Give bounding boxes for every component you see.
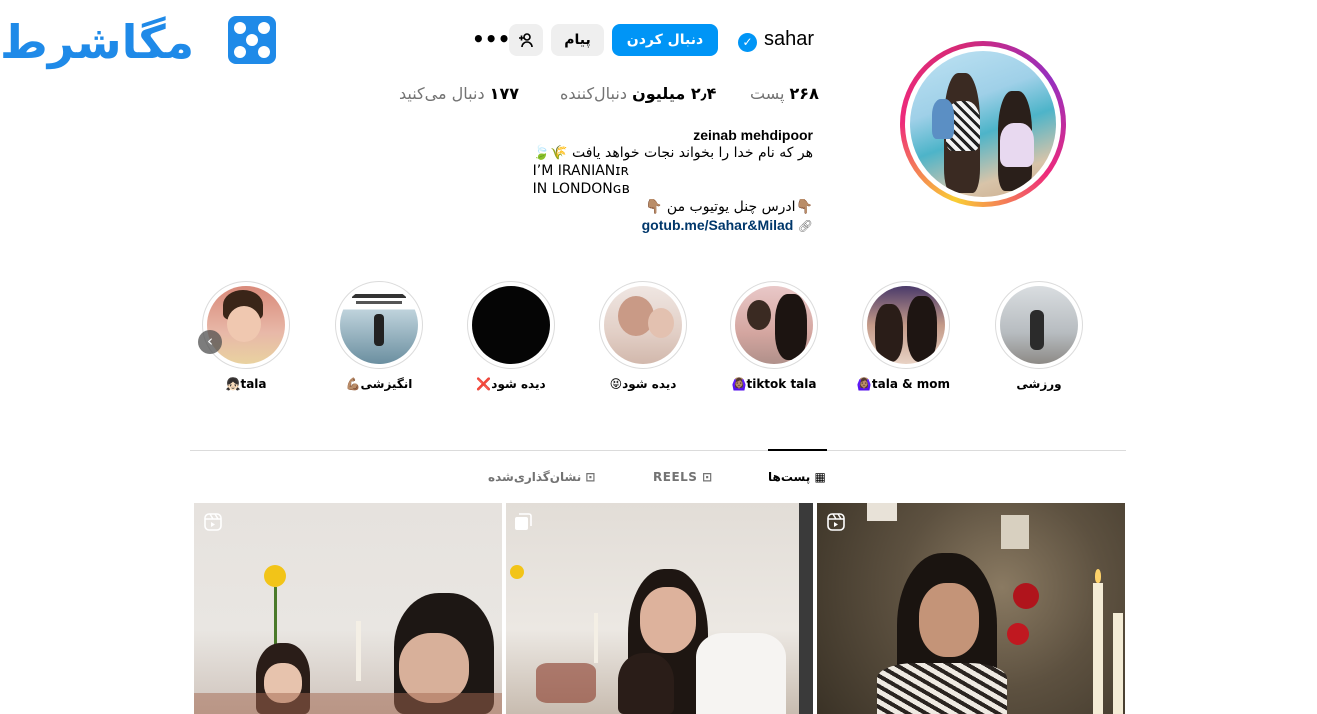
tabs-divider bbox=[190, 450, 1126, 451]
posts-count: ۲۶۸ پست bbox=[750, 84, 819, 103]
highlight-item[interactable]: tala & mom🙆🏽‍♀️ bbox=[856, 281, 950, 391]
posts-label: پست bbox=[750, 84, 785, 103]
bio-line: 👇🏽ادرس چنل یوتیوب من 👇🏽 bbox=[645, 199, 813, 215]
tab-label: نشان‌گذاری‌شده bbox=[488, 470, 582, 484]
tab-label: REELS bbox=[653, 470, 698, 484]
verified-badge-icon: ✓ bbox=[738, 33, 757, 52]
highlight-item[interactable]: دیده شود❌ bbox=[467, 281, 555, 391]
dice-icon bbox=[228, 16, 276, 64]
chevron-left-icon[interactable]: ‹ bbox=[198, 330, 222, 354]
highlight-cover bbox=[1000, 286, 1078, 364]
tab-posts[interactable]: ▦ پست‌ها bbox=[768, 470, 826, 484]
highlight-label: انگیزشی💪🏽 bbox=[345, 377, 413, 391]
profile-bio: zeinab mehdipoor هر که نام خدا را بخواند… bbox=[533, 126, 813, 235]
link-icon: 🔗︎ bbox=[797, 219, 813, 233]
bio-line: هر که نام خدا را بخواند نجات خواهد یافت … bbox=[532, 145, 813, 161]
highlight-label: tala & mom🙆🏽‍♀️ bbox=[856, 377, 950, 391]
watermark-text: مگاشرط bbox=[0, 15, 196, 69]
highlight-item[interactable]: دیده شود😝 bbox=[599, 281, 687, 391]
highlight-label: tiktok tala🙆🏽‍♀️ bbox=[731, 377, 817, 391]
bio-link-row[interactable]: 🔗︎ gotub.me/Sahar&Milad bbox=[533, 216, 813, 235]
bio-line: I’M IRANIANɪʀ bbox=[532, 163, 629, 179]
posts-value: ۲۶۸ bbox=[789, 84, 819, 103]
highlight-cover bbox=[472, 286, 550, 364]
following-count[interactable]: ۱۷۷ دنبال می‌کنید bbox=[399, 84, 519, 103]
active-tab-indicator bbox=[768, 449, 827, 451]
highlight-label: دیده شود😝 bbox=[609, 377, 677, 391]
full-name: zeinab mehdipoor bbox=[693, 127, 813, 143]
highlight-item[interactable]: ورزشی bbox=[995, 281, 1083, 391]
highlight-cover bbox=[207, 286, 285, 364]
highlight-cover bbox=[867, 286, 945, 364]
followers-label: دنبال‌کننده bbox=[560, 84, 627, 103]
bio-line: IN LONDONɢʙ bbox=[532, 181, 630, 197]
message-button[interactable]: پیام bbox=[551, 24, 604, 56]
add-person-icon[interactable] bbox=[509, 24, 543, 56]
highlight-item[interactable]: tiktok tala🙆🏽‍♀️ bbox=[730, 281, 818, 391]
follow-button[interactable]: دنبال کردن bbox=[612, 24, 718, 56]
highlight-label: tala👧🏻 bbox=[225, 377, 267, 391]
bio-link[interactable]: gotub.me/Sahar&Milad bbox=[642, 217, 794, 233]
avatar-photo bbox=[910, 51, 1056, 197]
tagged-icon: ⊡ bbox=[585, 470, 596, 484]
tab-label: پست‌ها bbox=[768, 470, 811, 484]
reels-icon bbox=[204, 513, 222, 531]
highlight-cover bbox=[340, 286, 418, 364]
grid-icon: ▦ bbox=[814, 470, 826, 484]
post-thumbnail[interactable] bbox=[817, 503, 1125, 714]
reels-icon: ⊡ bbox=[702, 470, 713, 484]
highlight-label: دیده شود❌ bbox=[476, 377, 546, 391]
highlight-item[interactable]: انگیزشی💪🏽 bbox=[335, 281, 423, 391]
profile-avatar[interactable] bbox=[900, 41, 1066, 207]
post-thumbnail[interactable] bbox=[194, 503, 502, 714]
followers-count[interactable]: ۲٫۴ میلیون دنبال‌کننده bbox=[560, 84, 716, 103]
followers-value: ۲٫۴ میلیون bbox=[632, 84, 717, 103]
profile-username: sahar bbox=[764, 28, 815, 50]
highlight-cover bbox=[604, 286, 682, 364]
following-label: دنبال می‌کنید bbox=[399, 84, 485, 103]
post-thumbnail[interactable] bbox=[506, 503, 813, 714]
highlight-label: ورزشی bbox=[1016, 377, 1062, 391]
watermark-logo: مگاشرط bbox=[0, 10, 280, 80]
reels-icon bbox=[827, 513, 845, 531]
highlight-cover bbox=[735, 286, 813, 364]
tab-tagged[interactable]: ⊡ نشان‌گذاری‌شده bbox=[488, 470, 595, 484]
more-options-icon[interactable]: ••• bbox=[472, 24, 510, 56]
tab-reels[interactable]: ⊡ REELS bbox=[653, 470, 713, 484]
carousel-icon bbox=[514, 513, 532, 531]
following-value: ۱۷۷ bbox=[489, 84, 519, 103]
